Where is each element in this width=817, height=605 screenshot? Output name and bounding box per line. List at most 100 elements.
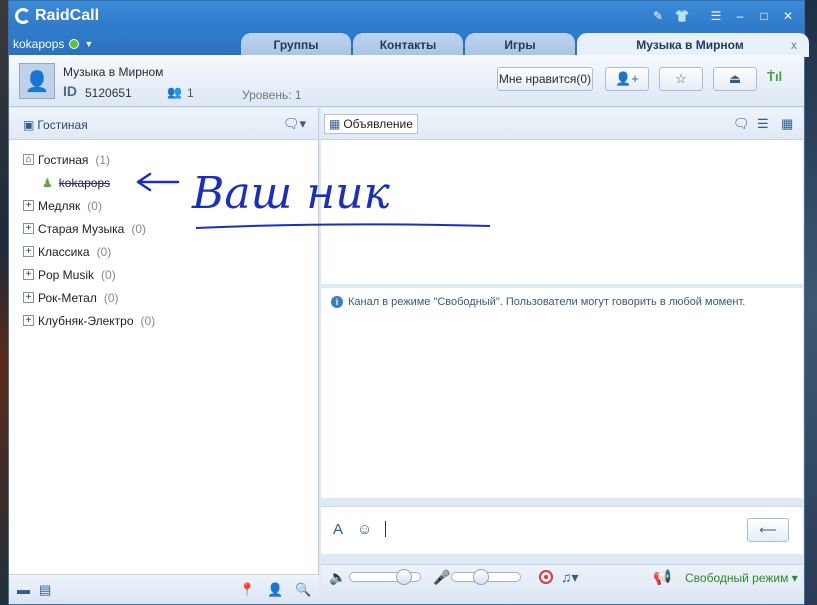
notice-text: Канал в режиме "Свободный". Пользователи… <box>348 296 746 308</box>
expand-icon[interactable]: + <box>23 315 34 326</box>
expand-icon[interactable]: + <box>23 246 34 257</box>
channel-options-icon[interactable]: 🗨▾ <box>283 116 306 132</box>
tab-contacts[interactable]: Контакты <box>353 33 463 57</box>
speaker-icon[interactable]: 🔈 <box>329 569 346 586</box>
raidcall-logo-icon <box>15 8 31 24</box>
speaker-volume-slider[interactable] <box>349 569 421 585</box>
mic-volume-slider[interactable] <box>451 569 521 585</box>
search-icon[interactable]: 🔍 <box>295 582 311 598</box>
channel-panel: ▣ Гостиная 🗨▾ ⌂ Гостиная (1) ♟ kokapops … <box>9 108 319 604</box>
minimize-icon[interactable]: – <box>730 7 750 25</box>
members-icon: 👥 <box>167 85 182 99</box>
voice-mode-selector[interactable]: Свободный режим ▾ <box>685 571 798 585</box>
expand-icon[interactable]: + <box>23 200 34 211</box>
menu-icon[interactable]: ☰ <box>706 7 726 25</box>
divider <box>696 7 702 25</box>
app-logo: RaidCall <box>15 7 99 25</box>
announcement-label: Объявление <box>343 117 413 131</box>
channel-count: (0) <box>131 221 146 236</box>
tab-groups[interactable]: Группы <box>241 33 351 57</box>
channel-item[interactable]: + Pop Musik (0) <box>9 263 318 286</box>
mic-volume-knob[interactable] <box>473 569 489 585</box>
title-bar[interactable]: RaidCall ✎ 👕 ☰ – □ ✕ <box>9 1 804 31</box>
chat-panel-header: ▦ Объявление 🗨 ☰ ▦ <box>321 108 803 140</box>
channel-item[interactable]: + Рок-Метал (0) <box>9 286 318 309</box>
channel-count: (0) <box>140 313 156 328</box>
room-id: 5120651 <box>85 86 132 100</box>
voice-control-bar: 🔈 🎤 ♫▾ 📢 Свободный режим ▾ <box>321 564 803 604</box>
id-card-icon[interactable]: ▤ <box>39 582 51 598</box>
channel-panel-footer: ▬ ▤ 📍 👤 🔍 <box>9 574 319 604</box>
calendar-icon[interactable]: ▦ <box>781 116 793 132</box>
expand-icon[interactable]: + <box>23 292 34 303</box>
microphone-icon[interactable]: 🎤 <box>433 569 450 586</box>
app-title: RaidCall <box>35 7 100 24</box>
channel-item[interactable]: + Клубняк-Электро (0) <box>9 309 318 332</box>
room-name: Музыка в Мирном <box>63 65 164 79</box>
user-icon[interactable]: 👤 <box>267 582 283 598</box>
font-style-icon[interactable]: A <box>333 521 343 538</box>
channel-name: Pop Musik <box>38 267 95 282</box>
expand-icon[interactable]: + <box>23 223 34 234</box>
channel-panel-header: ▣ Гостиная 🗨▾ <box>9 108 318 140</box>
user-icon: ♟ <box>42 175 53 190</box>
message-input-area[interactable]: A ☺ ⟵ <box>321 506 803 554</box>
like-button[interactable]: Мне нравится(0) <box>497 67 593 91</box>
member-count: 1 <box>187 86 194 100</box>
channel-count: (0) <box>87 198 102 213</box>
raidcall-window: RaidCall ✎ 👕 ☰ – □ ✕ kokapops ▼ Группы К… <box>8 0 809 605</box>
room-avatar[interactable]: 👤 <box>19 63 55 99</box>
channel-name: Классика <box>38 244 90 259</box>
speaker-volume-knob[interactable] <box>396 569 412 585</box>
room-level: Уровень: 1 <box>242 88 302 102</box>
channel-name: Медляк <box>38 198 81 213</box>
favorite-star-button[interactable]: ☆ <box>659 67 703 91</box>
user-item[interactable]: ♟ kokapops <box>9 171 318 194</box>
megaphone-icon: 📢 <box>653 569 672 586</box>
home-icon: ⌂ <box>23 154 34 165</box>
user-status[interactable]: kokapops ▼ <box>13 37 93 51</box>
announcement-button[interactable]: ▦ Объявление <box>324 114 418 134</box>
chat-panel: ▦ Объявление 🗨 ☰ ▦ i Канал в режиме "Сво… <box>321 108 803 604</box>
system-notice: i Канал в режиме "Свободный". Пользовате… <box>331 296 745 308</box>
chat-log: i Канал в режиме "Свободный". Пользовате… <box>321 288 803 498</box>
info-icon: i <box>331 296 343 308</box>
tab-close-icon[interactable]: x <box>791 33 797 57</box>
channel-item[interactable]: + Старая Музыка (0) <box>9 217 318 240</box>
lobby-title: Гостиная <box>37 118 88 132</box>
desktop-background-right <box>805 0 817 605</box>
location-pin-icon[interactable]: 📍 <box>239 582 255 598</box>
close-icon[interactable]: ✕ <box>778 7 798 25</box>
maximize-icon[interactable]: □ <box>754 7 774 25</box>
send-button[interactable]: ⟵ <box>747 518 789 542</box>
window-controls: ✎ 👕 ☰ – □ ✕ <box>648 7 798 25</box>
list-icon[interactable]: ☰ <box>757 116 769 132</box>
channel-item[interactable]: + Медляк (0) <box>9 194 318 217</box>
emoji-icon[interactable]: ☺ <box>357 521 372 538</box>
chevron-down-icon[interactable]: ▼ <box>84 39 93 49</box>
channel-item[interactable]: ⌂ Гостиная (1) <box>9 148 318 171</box>
signal-strength-icon: Ṫıl <box>767 69 783 84</box>
channel-item[interactable]: + Классика (0) <box>9 240 318 263</box>
user-name: kokapops <box>58 175 111 190</box>
tab-room-label: Музыка в Мирном <box>636 38 744 52</box>
add-member-button[interactable]: 👤+ <box>605 67 649 91</box>
edit-icon[interactable]: ✎ <box>648 7 668 25</box>
expand-icon[interactable]: + <box>23 269 34 280</box>
chat-settings-icon[interactable]: 🗨 <box>733 116 750 132</box>
channel-name: Рок-Метал <box>38 290 97 305</box>
music-note-icon[interactable]: ♫▾ <box>561 569 579 586</box>
tab-room[interactable]: Музыка в Мирном x <box>577 33 809 57</box>
collapse-icon[interactable]: ▬ <box>17 582 30 597</box>
room-manage-button[interactable]: ⏏ <box>713 67 757 91</box>
tab-games[interactable]: Игры <box>465 33 575 57</box>
channel-count: (0) <box>96 244 112 259</box>
shirt-icon[interactable]: 👕 <box>672 7 692 25</box>
lobby-icon: ▣ <box>23 118 35 132</box>
text-caret <box>385 521 386 537</box>
online-status-icon <box>69 39 80 49</box>
channel-count: (0) <box>101 267 116 282</box>
channel-name: Гостиная <box>38 152 89 167</box>
username: kokapops <box>13 37 65 51</box>
record-icon[interactable] <box>539 570 553 584</box>
